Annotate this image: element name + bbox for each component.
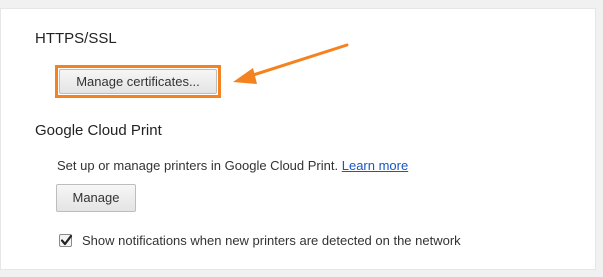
- notifications-checkbox[interactable]: [59, 233, 73, 247]
- learn-more-link[interactable]: Learn more: [342, 158, 408, 173]
- notifications-label: Show notifications when new printers are…: [82, 232, 461, 248]
- google-cloud-print-heading: Google Cloud Print: [35, 122, 162, 139]
- manage-certificates-button[interactable]: Manage certificates...: [59, 69, 217, 94]
- notifications-setting[interactable]: Show notifications when new printers are…: [59, 232, 461, 248]
- https-ssl-heading: HTTPS/SSL: [35, 30, 117, 47]
- manage-printers-button[interactable]: Manage: [56, 184, 136, 212]
- checkmark-icon: [60, 234, 73, 245]
- cloud-print-description-text: Set up or manage printers in Google Clou…: [57, 158, 339, 173]
- cloud-print-description: Set up or manage printers in Google Clou…: [57, 158, 408, 173]
- arrow-icon: [233, 43, 349, 84]
